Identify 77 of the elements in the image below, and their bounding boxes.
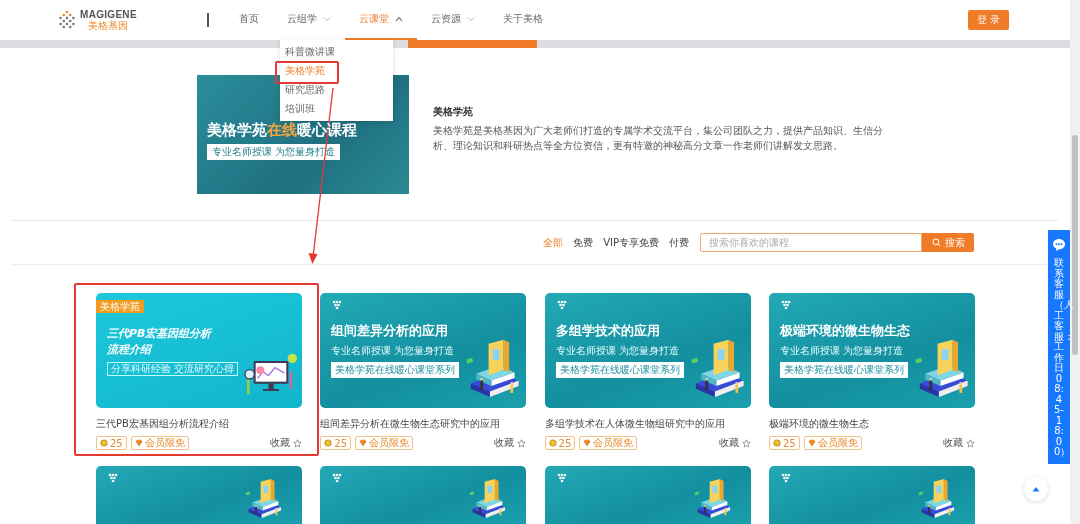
nav-item[interactable]: 云资源 [417, 0, 489, 40]
nav-item[interactable]: 首页 [225, 0, 273, 40]
logo-icon [106, 472, 120, 484]
diamond-icon [359, 439, 368, 447]
books-illustration-drawing [464, 338, 521, 400]
course-banner[interactable]: 组间差异分析的应用 专业名师授课 为您量身打造 美格学苑在线暖心课堂系列 [320, 293, 527, 408]
books-illustration-drawing [916, 478, 955, 520]
course-banner[interactable]: 多组学技术的应用 专业名师授课 为您量身打造 美格学苑在线暖心课堂系列 [544, 293, 751, 408]
triangle-up-icon [1032, 486, 1040, 492]
highlight-frame [275, 61, 339, 84]
course-title[interactable]: 极端环境的微生物生态 [768, 417, 975, 431]
star-icon [965, 438, 975, 448]
course-banner[interactable] [768, 466, 975, 524]
books-illustration-drawing [688, 338, 745, 400]
books-illustration-drawing [468, 478, 507, 520]
diamond-icon [583, 439, 592, 447]
member-badge: 会员限免 [355, 436, 414, 450]
member-badge: 会员限免 [130, 436, 189, 450]
search-icon [931, 238, 941, 247]
logo-icon [57, 10, 77, 30]
books-illustration-drawing [244, 478, 282, 520]
search-field[interactable]: 搜索你喜欢的课程 [700, 233, 922, 252]
nav-item[interactable]: 关于美格 [489, 0, 557, 40]
coin-price: 25 [768, 436, 800, 450]
favorite-button[interactable]: 收藏 [270, 436, 302, 450]
diamond-icon [134, 439, 143, 447]
course-title[interactable]: 三代PB宏基因组分析流程介绍 [96, 417, 302, 431]
banner-title: 组间差异分析的应用 [331, 323, 450, 340]
nav-item[interactable]: 云组学 [273, 0, 345, 40]
banner-badge: 美格学苑在线暖心课堂系列 [555, 362, 684, 378]
diamond-icon [807, 439, 816, 447]
star-icon [293, 438, 302, 448]
course-banner[interactable]: 极端环境的微生物生态 专业名师授课 为您量身打造 美格学苑在线暖心课堂系列 [768, 293, 975, 408]
favorite-button[interactable]: 收藏 [718, 436, 751, 450]
banner-title: 极端环境的微生物生态 [779, 323, 911, 340]
coin-price: 25 [320, 436, 352, 450]
section-description: 美格学苑是美格基因为广大老师们打造的专属学术交流平台，集公司团队之力，提供产品知识、生信分析、理论知识和科研热点等全方位资信，更有特邀的神秘高分文章一作老师们讲解发文思路。 [433, 124, 883, 153]
coin-icon [772, 439, 781, 447]
scrollbar-thumb[interactable] [1072, 135, 1078, 355]
star-icon [741, 438, 751, 448]
coin-price: 25 [544, 436, 576, 450]
logo-subtitle: 美格基因 [88, 20, 129, 31]
banner-subtitle: 专业名师授课 为您量身打造 [555, 344, 679, 358]
coin-icon [100, 439, 108, 447]
banner-tag: 美格学苑 [96, 300, 144, 313]
back-to-top-button[interactable] [1024, 477, 1048, 501]
course-banner[interactable] [320, 466, 527, 524]
member-badge: 会员限免 [803, 436, 862, 450]
banner-subtitle: 分享科研经验 交流研究心得 [107, 361, 239, 376]
logo-name: MAGIGENE [80, 9, 137, 20]
coin-price: 25 [96, 436, 127, 450]
menu-item[interactable]: 研究思路 [285, 80, 325, 99]
banner-subtitle: 专业名师授课 为您量身打造 [331, 344, 455, 358]
course-banner[interactable] [544, 466, 751, 524]
books-illustration-drawing [692, 478, 731, 520]
star-icon [517, 438, 527, 448]
chat-bubble-icon [1052, 238, 1066, 252]
filter-tab[interactable]: 付费 [669, 235, 689, 250]
filter-tab[interactable]: VIP专享免费 [603, 235, 659, 250]
banner-subtitle: 专业名师授课 为您量身打造 [779, 344, 904, 358]
coin-icon [548, 439, 557, 447]
favorite-button[interactable]: 收藏 [942, 436, 975, 450]
course-banner[interactable] [96, 466, 302, 524]
course-title[interactable]: 多组学技术在人体微生物组研究中的应用 [544, 417, 751, 431]
banner-title: 多组学技术的应用 [555, 323, 661, 340]
filter-tab[interactable]: 免费 [573, 235, 594, 250]
section-heading: 美格学苑 [433, 105, 474, 119]
member-badge: 会员限免 [579, 436, 638, 450]
menu-item[interactable]: 科普微讲课 [285, 42, 335, 61]
course-title[interactable]: 组间差异分析在微生物生态研究中的应用 [320, 417, 527, 431]
menu-item[interactable]: 培训班 [285, 99, 315, 118]
books-illustration-drawing [912, 338, 969, 400]
coin-icon [324, 439, 333, 447]
banner-badge: 美格学苑在线暖心课堂系列 [779, 362, 908, 378]
banner-title: 三代PB宏基因组分析流程介绍 [107, 325, 213, 358]
favorite-button[interactable]: 收藏 [494, 436, 527, 450]
banner-badge: 美格学苑在线暖心课堂系列 [331, 362, 460, 378]
